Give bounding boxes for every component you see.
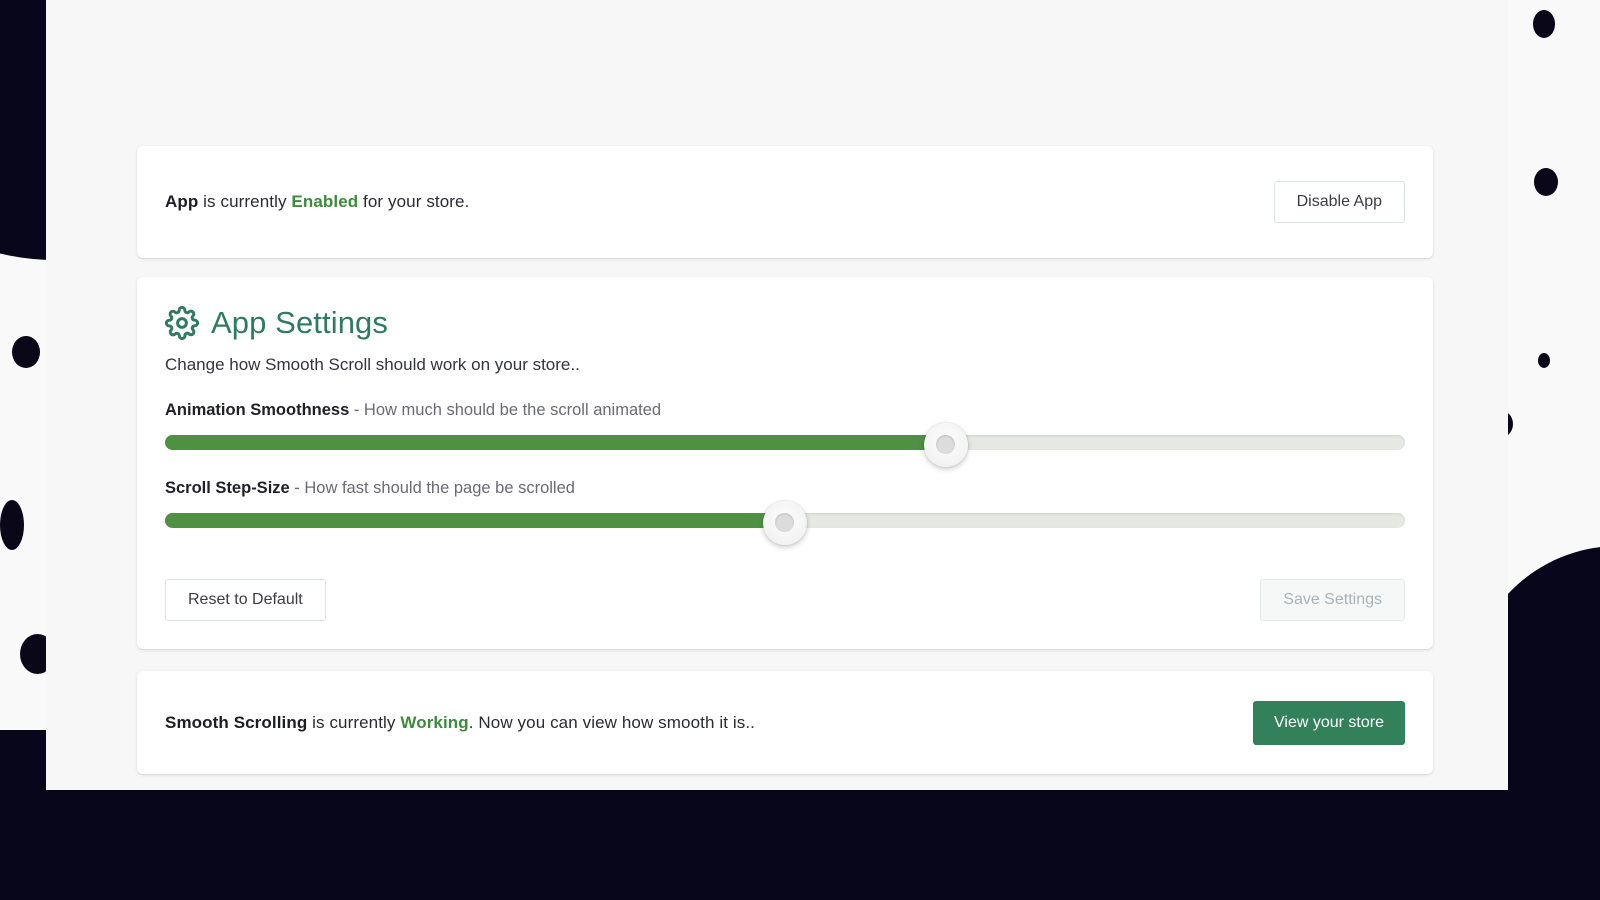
slider-block-animation-smoothness: Animation Smoothness - How much should b…	[165, 401, 1405, 467]
app-status-card: App is currently Enabled for your store.…	[137, 146, 1433, 258]
background-square-bottom-right	[1508, 700, 1600, 800]
background-dot	[12, 336, 40, 368]
background-square-bottom-left	[0, 730, 46, 800]
slider-label-rest: - How fast should the page be scrolled	[289, 479, 575, 497]
slider-label-bold: Scroll Step-Size	[165, 479, 290, 497]
reset-to-default-button[interactable]: Reset to Default	[165, 579, 326, 621]
slider-block-scroll-step-size: Scroll Step-Size - How fast should the p…	[165, 479, 1405, 545]
slider-scroll-step-size[interactable]	[165, 501, 1405, 545]
slider-thumb[interactable]	[763, 501, 807, 545]
slider-thumb[interactable]	[924, 423, 969, 467]
smooth-scrolling-value: Working	[400, 712, 469, 732]
background-dot	[0, 500, 24, 550]
app-settings-card: App Settings Change how Smooth Scroll sh…	[137, 277, 1433, 649]
save-settings-button[interactable]: Save Settings	[1260, 579, 1405, 621]
app-status-tail: for your store.	[358, 192, 470, 211]
smooth-scrolling-connector: is currently	[307, 712, 401, 732]
slider-animation-smoothness[interactable]	[165, 423, 1405, 467]
slider-label-rest: - How much should be the scroll animated	[349, 401, 662, 419]
background-band-bottom	[0, 790, 1600, 900]
settings-actions: Reset to Default Save Settings	[165, 579, 1405, 621]
settings-subtitle: Change how Smooth Scroll should work on …	[165, 355, 580, 374]
disable-app-button[interactable]: Disable App	[1273, 181, 1405, 223]
settings-title: App Settings	[211, 305, 388, 340]
slider-fill	[165, 513, 785, 528]
app-page: App is currently Enabled for your store.…	[0, 0, 1600, 900]
smooth-scrolling-tail: . Now you can view how smooth it is..	[468, 712, 755, 732]
background-dot	[1534, 168, 1558, 196]
gear-icon	[165, 306, 199, 340]
smooth-scrolling-card: Smooth Scrolling is currently Working. N…	[137, 671, 1433, 774]
app-status-value: Enabled	[291, 192, 359, 211]
app-status-subject: App	[165, 192, 199, 211]
app-status-connector: is currently	[198, 192, 292, 211]
slider-label-animation-smoothness: Animation Smoothness - How much should b…	[165, 401, 1405, 420]
settings-header: App Settings	[165, 305, 1405, 341]
view-your-store-button[interactable]: View your store	[1253, 700, 1405, 745]
background-dot	[1533, 10, 1555, 38]
smooth-scrolling-subject: Smooth Scrolling	[165, 712, 308, 732]
background-dot	[1538, 353, 1550, 368]
app-status-message: App is currently Enabled for your store.	[165, 192, 469, 212]
slider-fill	[165, 435, 947, 450]
slider-label-bold: Animation Smoothness	[165, 401, 350, 419]
smooth-scrolling-message: Smooth Scrolling is currently Working. N…	[165, 713, 755, 733]
slider-label-scroll-step-size: Scroll Step-Size - How fast should the p…	[165, 479, 1405, 498]
